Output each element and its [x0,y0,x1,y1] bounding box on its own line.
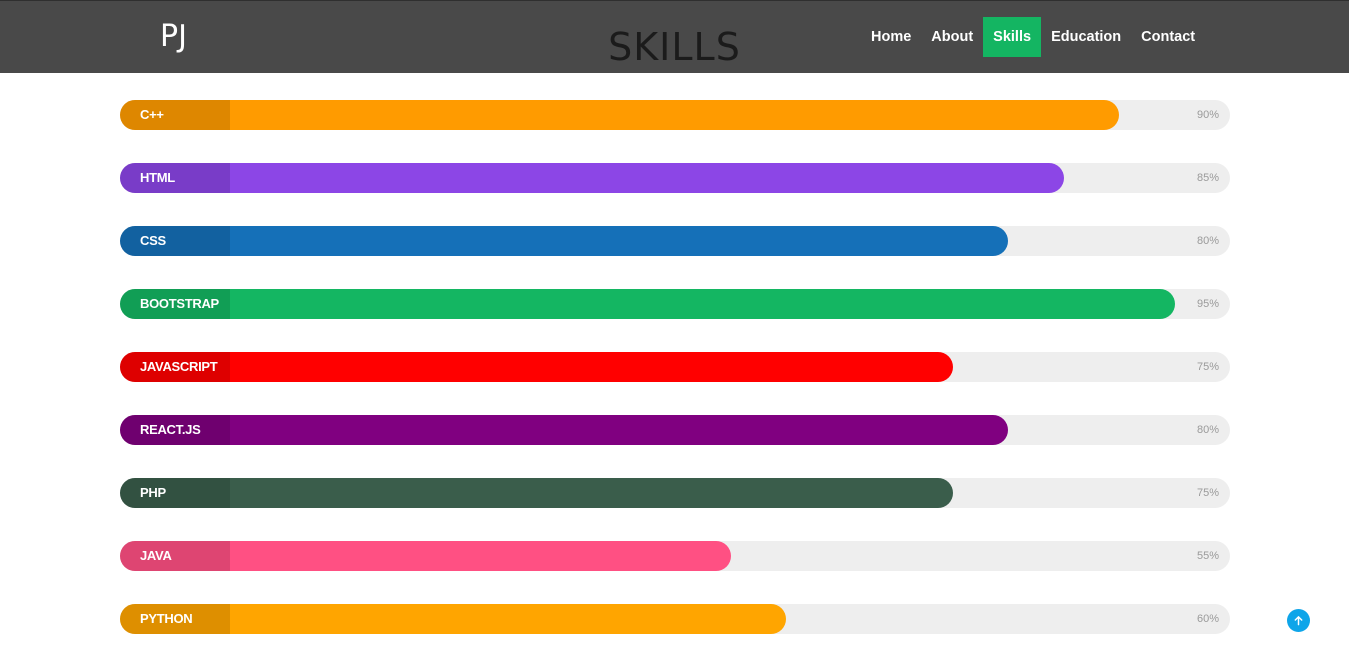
page-title: SKILLS [608,25,741,69]
skill-tag [120,226,230,256]
skill-bar: CSS 80% [120,226,1230,256]
skill-name: JAVA [140,548,172,563]
skill-bar-fill [120,289,1175,319]
skill-percent: 75% [1196,487,1219,499]
skill-bar: REACT.JS 80% [120,415,1230,445]
skill-percent: 95% [1196,298,1219,310]
skill-name: JAVASCRIPT [140,359,218,374]
skill-tag [120,478,230,508]
skill-bar-fill [120,100,1119,130]
skill-percent: 80% [1196,235,1219,247]
skill-bar: PYTHON 60% [120,604,1230,634]
skill-percent: 80% [1196,424,1219,436]
skill-percent: 90% [1196,109,1219,121]
skill-name: BOOTSTRAP [140,296,219,311]
skill-bar: PHP 75% [120,478,1230,508]
back-to-top-button[interactable] [1287,609,1310,632]
skill-bar-fill [120,352,953,382]
skill-bar: JAVASCRIPT 75% [120,352,1230,382]
skill-bar: BOOTSTRAP 95% [120,289,1230,319]
skill-tag [120,541,230,571]
skills-list: C++ 90% HTML 85% CSS 80% BOOTSTRAP 95% J… [120,100,1230,667]
skill-name: CSS [140,233,166,248]
skill-bar-fill [120,478,953,508]
skill-bar-fill [120,415,1008,445]
skill-bar: C++ 90% [120,100,1230,130]
skill-name: C++ [140,107,164,122]
skill-bar: HTML 85% [120,163,1230,193]
skill-bar: JAVA 55% [120,541,1230,571]
skill-percent: 85% [1196,172,1219,184]
skill-percent: 60% [1196,613,1219,625]
skill-name: HTML [140,170,175,185]
skill-tag [120,163,230,193]
skill-name: REACT.JS [140,422,201,437]
arrow-up-icon [1294,616,1303,626]
skill-percent: 75% [1196,361,1219,373]
skill-bar-fill [120,163,1064,193]
skill-tag [120,100,230,130]
skill-bar-fill [120,226,1008,256]
skill-percent: 55% [1196,550,1219,562]
skill-name: PHP [140,485,166,500]
skill-name: PYTHON [140,611,193,626]
